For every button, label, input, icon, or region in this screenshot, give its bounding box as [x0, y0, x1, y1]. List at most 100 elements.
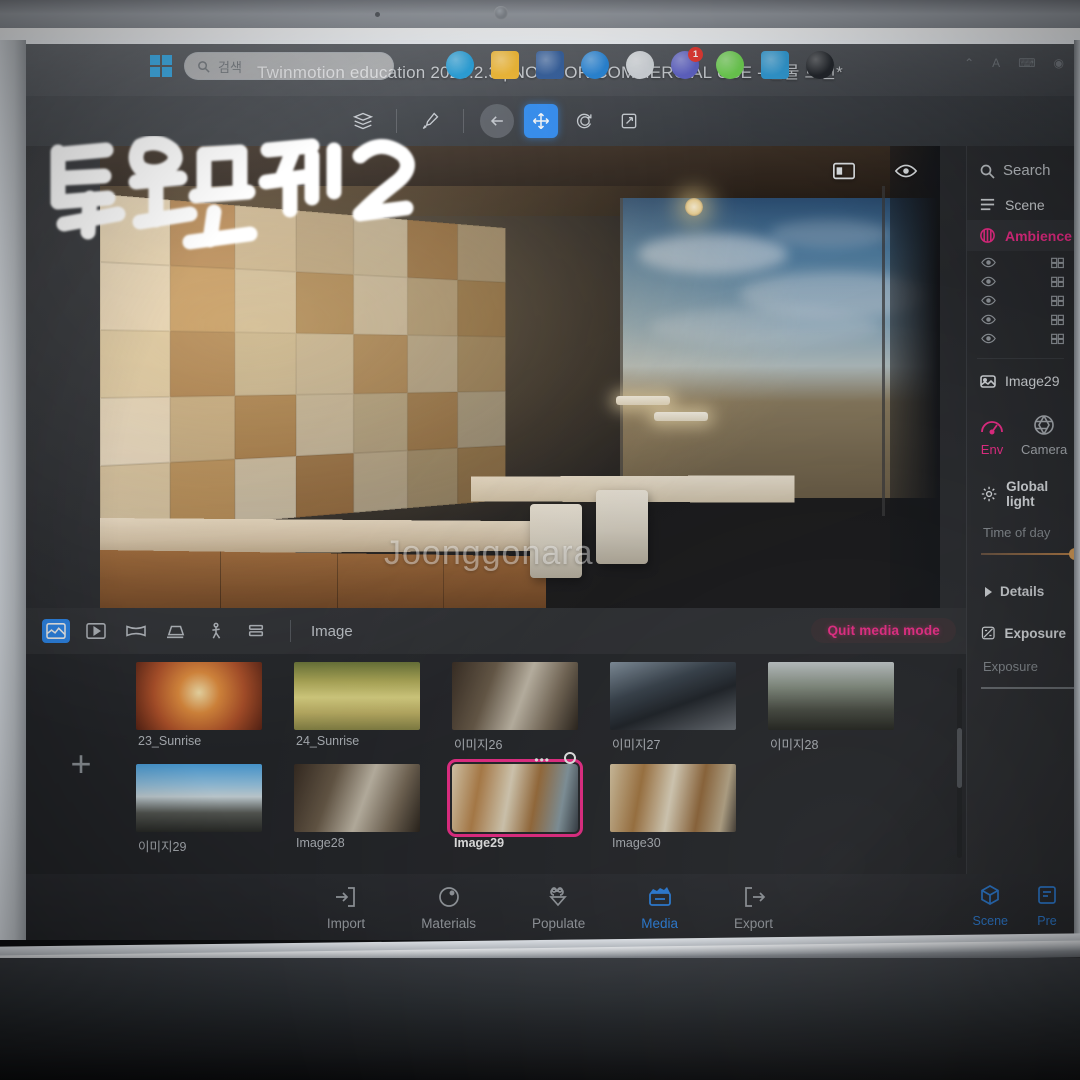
- wall-tile: [457, 223, 506, 283]
- panel-toggle-icon[interactable]: [832, 160, 856, 187]
- ime-icon[interactable]: A: [992, 56, 1000, 70]
- laptop-screen: Twinmotion education 2023.2.3 | NOT FOR …: [26, 44, 1074, 940]
- nav-populate[interactable]: Populate: [532, 884, 585, 931]
- eye-visibility-icon[interactable]: [894, 160, 918, 187]
- viewport-pendant-light-2: [654, 412, 708, 421]
- office-icon[interactable]: [536, 51, 564, 79]
- thumbnail-refresh-icon[interactable]: [564, 752, 576, 764]
- eye-icon[interactable]: [981, 275, 996, 288]
- add-media-button[interactable]: +: [26, 654, 136, 874]
- media-mode-bar: Image Quit media mode: [26, 608, 1074, 654]
- selected-object-label: Image29: [1005, 373, 1060, 389]
- media-thumbnail-selected[interactable]: ••• Image29: [447, 752, 588, 860]
- nav-media[interactable]: Media: [641, 884, 678, 931]
- viewport-3d-render[interactable]: [100, 146, 940, 608]
- wall-tile: [100, 330, 170, 398]
- scene-tree-row[interactable]: [967, 310, 1074, 329]
- green-app-icon[interactable]: [716, 51, 744, 79]
- details-expander[interactable]: Details: [967, 570, 1074, 607]
- exposure-slider[interactable]: [981, 682, 1074, 694]
- global-light-section[interactable]: Global light: [967, 463, 1074, 515]
- quit-media-mode-button[interactable]: Quit media mode: [811, 618, 956, 643]
- browser-scrollbar[interactable]: [957, 668, 962, 858]
- taskbar-search-input[interactable]: 검색: [184, 52, 394, 80]
- panel-search[interactable]: Search: [967, 146, 1074, 189]
- scene-tree-row[interactable]: [967, 329, 1074, 348]
- taskbar-search-placeholder: 검색: [218, 59, 242, 75]
- object-layers-icon: [1051, 314, 1064, 326]
- exposure-section[interactable]: Exposure: [967, 607, 1074, 649]
- stack-mode-icon[interactable]: [242, 619, 270, 643]
- clip-app-icon[interactable]: [626, 51, 654, 79]
- exposure-section-label: Exposure: [1004, 625, 1066, 641]
- eye-icon[interactable]: [981, 332, 996, 345]
- teams-icon[interactable]: 1: [671, 47, 703, 79]
- blue-app-icon[interactable]: [581, 51, 609, 79]
- eye-icon[interactable]: [981, 256, 996, 269]
- presentation-mode-icon[interactable]: [162, 619, 190, 643]
- windows-start-button[interactable]: [150, 55, 172, 77]
- import-icon: [336, 886, 355, 907]
- ambience-item[interactable]: Ambience: [967, 220, 1074, 251]
- tab-camera[interactable]: Camera: [1021, 413, 1067, 457]
- media-thumbnail[interactable]: Image30: [610, 764, 746, 860]
- keyboard-icon[interactable]: ⌨: [1018, 56, 1035, 70]
- panorama-mode-icon[interactable]: [122, 619, 150, 643]
- scene-header[interactable]: Scene: [967, 189, 1074, 220]
- nav-materials[interactable]: Materials: [421, 884, 476, 931]
- tab-env[interactable]: Env: [979, 413, 1005, 457]
- bandizip-icon[interactable]: [761, 51, 789, 79]
- video-mode-icon[interactable]: [82, 619, 110, 643]
- nav-scene[interactable]: Scene: [973, 882, 1008, 928]
- eye-icon[interactable]: [981, 294, 996, 307]
- time-of-day-slider[interactable]: [981, 548, 1074, 560]
- scene-tree-row[interactable]: [967, 291, 1074, 310]
- nav-presets[interactable]: Pre: [1034, 882, 1060, 928]
- media-thumbnail[interactable]: Image28: [294, 764, 430, 860]
- time-of-day-label: Time of day: [983, 525, 1051, 540]
- chevron-up-icon[interactable]: ⌃: [964, 56, 974, 70]
- back-arrow-icon[interactable]: [480, 104, 514, 138]
- thumbnail-caption: 24_Sunrise: [296, 734, 360, 748]
- wall-tile: [296, 271, 354, 335]
- move-tool-icon[interactable]: [524, 104, 558, 138]
- media-browser: + 23_Sunrise 24_Sunrise 이미지26 이미지27 이미지28 이미지…: [26, 654, 966, 874]
- scene-tree-row[interactable]: [967, 253, 1074, 272]
- wall-tile: [235, 268, 297, 334]
- wall-tile: [407, 335, 458, 393]
- right-properties-panel: Search Scene Ambience Image29 Env Camera…: [966, 146, 1074, 874]
- scale-tool-icon[interactable]: [612, 104, 646, 138]
- media-thumbnail[interactable]: 24_Sunrise: [294, 662, 430, 758]
- file-explorer-icon[interactable]: [491, 51, 519, 79]
- media-thumbnail[interactable]: 이미지28: [768, 662, 904, 758]
- scene-tree-row[interactable]: [967, 272, 1074, 291]
- media-thumbnail[interactable]: 이미지29: [136, 764, 272, 860]
- media-thumbnail[interactable]: 이미지27: [610, 662, 746, 758]
- thumbnail-more-icon[interactable]: •••: [534, 753, 550, 767]
- edge-icon[interactable]: [446, 51, 474, 79]
- wall-tile: [407, 277, 458, 336]
- media-thumbnail[interactable]: 23_Sunrise: [136, 662, 272, 758]
- wall-tile: [407, 219, 458, 280]
- materials-icon: [438, 886, 459, 907]
- thumbnail-image: [447, 759, 583, 837]
- eyedropper-icon[interactable]: [413, 104, 447, 138]
- nav-import[interactable]: Import: [327, 884, 365, 931]
- laptop-right-bezel: [1074, 40, 1080, 940]
- walkthrough-mode-icon[interactable]: [202, 619, 230, 643]
- rotate-tool-icon[interactable]: [568, 104, 602, 138]
- image-mode-icon[interactable]: [42, 619, 70, 643]
- wifi-icon[interactable]: ◉: [1054, 56, 1064, 70]
- selected-object-row[interactable]: Image29: [967, 363, 1074, 399]
- media-object-icon: [980, 375, 996, 388]
- thumbnail-caption: 이미지27: [612, 738, 661, 752]
- layers-icon[interactable]: [346, 104, 380, 138]
- wall-tile: [169, 265, 236, 333]
- bottom-navigation: Import Materials Populate Media Export S…: [26, 874, 1074, 940]
- twinmotion-icon[interactable]: [806, 51, 834, 79]
- search-icon: [198, 60, 210, 73]
- eye-icon[interactable]: [981, 313, 996, 326]
- thumbnail-caption: 이미지28: [770, 738, 819, 752]
- nav-export[interactable]: Export: [734, 884, 773, 931]
- media-thumbnail[interactable]: 이미지26: [452, 662, 588, 758]
